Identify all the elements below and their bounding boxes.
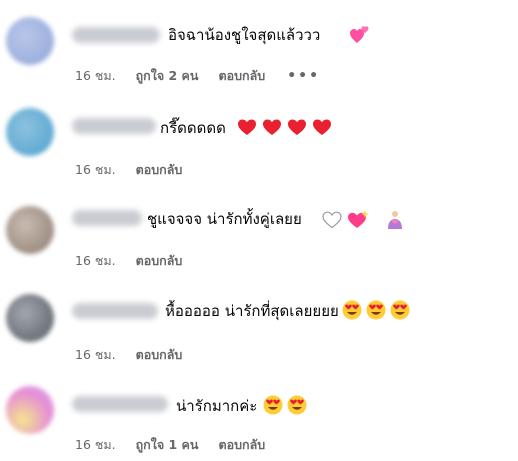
comment-text: น่ารักมากค่ะ xyxy=(176,397,258,415)
comment-item: อิจฉาน้องชูใจสุดแล้ววว 16 ชม. ถูกใจ 2 คน… xyxy=(0,0,518,90)
heart-eyes-face-icon xyxy=(263,395,283,415)
comment-item: น่ารักมากค่ะ 16 ชม. ถูกใจ 1 คน ตอบกลับ xyxy=(0,370,518,460)
commenter-name-blurred[interactable] xyxy=(72,27,160,43)
commenter-name-blurred[interactable] xyxy=(72,303,158,319)
sparkling-heart-icon xyxy=(347,210,369,230)
comment-time[interactable]: 16 ชม. xyxy=(75,251,116,271)
avatar[interactable] xyxy=(6,206,54,254)
like-count[interactable]: ถูกใจ 1 คน xyxy=(136,435,199,455)
heart-eyes-face-icon xyxy=(390,300,410,320)
like-count[interactable]: ถูกใจ 2 คน xyxy=(136,66,199,86)
comment-meta: 16 ชม. ถูกใจ 2 คน ตอบกลับ ••• xyxy=(75,66,320,86)
comment-emojis xyxy=(238,119,331,136)
comment-meta: 16 ชม. ตอบกลับ xyxy=(75,251,182,271)
commenter-name-blurred[interactable] xyxy=(72,210,142,226)
comment-text: ชูแจจจจ น่ารักทั้งคู่เลยย xyxy=(147,210,302,228)
red-heart-icon xyxy=(263,119,281,136)
heart-eyes-face-icon xyxy=(342,300,362,320)
comment-meta: 16 ชม. ตอบกลับ xyxy=(75,345,182,365)
commenter-name-blurred[interactable] xyxy=(72,396,168,412)
avatar[interactable] xyxy=(6,17,54,65)
comment-time[interactable]: 16 ชม. xyxy=(75,435,116,455)
reply-button[interactable]: ตอบกลับ xyxy=(136,345,183,365)
red-heart-icon xyxy=(313,119,331,136)
comment-time[interactable]: 16 ชม. xyxy=(75,160,116,180)
two-hearts-icon xyxy=(350,25,370,45)
red-heart-icon xyxy=(238,119,256,136)
comment-time[interactable]: 16 ชม. xyxy=(75,345,116,365)
comment-item: หื้อออออ น่ารักที่สุดเลยยยย 16 ชม. ตอบกล… xyxy=(0,278,518,368)
avatar[interactable] xyxy=(6,108,54,156)
avatar[interactable] xyxy=(6,386,54,434)
comment-item: กรี๊ดดดดด 16 ชม. ตอบกลับ xyxy=(0,94,518,184)
comment-emojis xyxy=(263,395,307,415)
comment-list: อิจฉาน้องชูใจสุดแล้ววว 16 ชม. ถูกใจ 2 คน… xyxy=(0,0,518,461)
reply-button[interactable]: ตอบกลับ xyxy=(218,66,265,86)
avatar[interactable] xyxy=(6,294,54,342)
comment-meta: 16 ชม. ตอบกลับ xyxy=(75,160,182,180)
comment-emojis xyxy=(322,210,404,230)
white-heart-icon xyxy=(322,211,342,229)
reply-button[interactable]: ตอบกลับ xyxy=(136,251,183,271)
comment-text: อิจฉาน้องชูใจสุดแล้ววว xyxy=(168,26,321,44)
person-heart-hands-icon xyxy=(386,210,404,230)
commenter-name-blurred[interactable] xyxy=(72,118,156,134)
comment-meta: 16 ชม. ถูกใจ 1 คน ตอบกลับ xyxy=(75,435,265,455)
comment-text: กรี๊ดดดดด xyxy=(160,119,226,137)
heart-eyes-face-icon xyxy=(287,395,307,415)
reply-button[interactable]: ตอบกลับ xyxy=(136,160,183,180)
comment-time[interactable]: 16 ชม. xyxy=(75,66,116,86)
heart-eyes-face-icon xyxy=(366,300,386,320)
reply-button[interactable]: ตอบกลับ xyxy=(218,435,265,455)
comment-emojis xyxy=(350,25,370,45)
comment-emojis xyxy=(342,300,410,320)
comment-item: ชูแจจจจ น่ารักทั้งคู่เลยย 16 ชม. ตอบกลับ xyxy=(0,186,518,276)
more-options-icon[interactable]: ••• xyxy=(287,68,320,84)
comment-text: หื้อออออ น่ารักที่สุดเลยยยย xyxy=(165,302,339,320)
red-heart-icon xyxy=(288,119,306,136)
